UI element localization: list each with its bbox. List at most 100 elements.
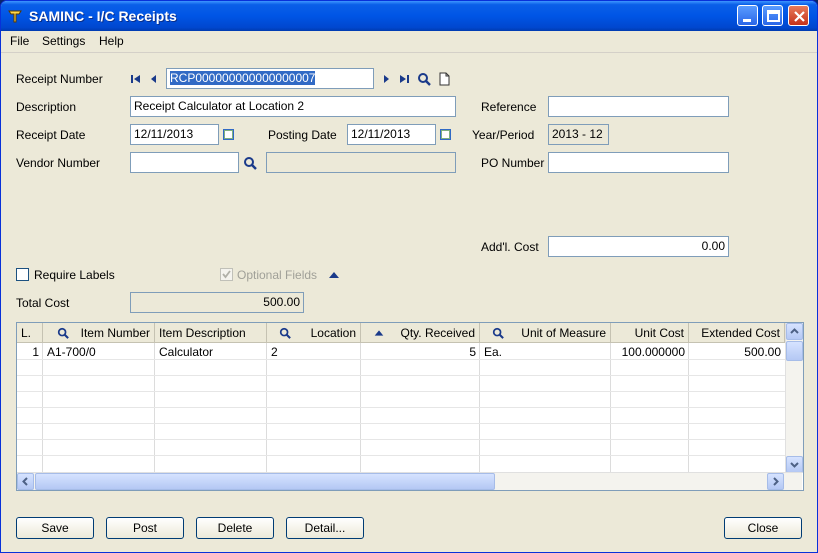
detail-button[interactable]: Detail... [286,517,364,539]
cell-uom: Ea. [484,345,503,359]
addl-cost-input[interactable]: 0.00 [548,236,729,257]
column-header-unit-cost[interactable]: Unit Cost [611,323,689,343]
scroll-thumb[interactable] [786,341,803,361]
column-divider [266,343,267,473]
cell-extended-cost: 500.00 [744,345,781,359]
chevron-down-icon [790,462,799,468]
window-title: SAMINC - I/C Receipts [29,8,177,24]
po-number-label: PO Number [481,156,545,170]
save-button[interactable]: Save [16,517,94,539]
search-icon[interactable] [243,156,257,170]
menu-file[interactable]: File [10,34,29,48]
calendar-icon[interactable] [223,129,234,140]
maximize-button[interactable] [762,5,783,26]
column-divider [154,343,155,473]
year-period-value: 2013 - 12 [548,124,609,145]
vendor-number-label: Vendor Number [16,156,101,170]
app-icon [8,10,22,23]
row-divider [17,391,785,392]
calendar-icon[interactable] [440,129,451,140]
menu-settings[interactable]: Settings [42,34,85,48]
po-number-input[interactable] [548,152,729,173]
maximize-icon [767,10,780,22]
previous-record-icon[interactable] [147,72,161,86]
table-row[interactable]: 1 A1-700/0 Calculator 2 5 Ea. 100.000000… [17,344,785,360]
total-cost-label: Total Cost [16,296,70,310]
checkmark-icon [222,270,231,279]
addl-cost-label: Add'l. Cost [481,240,539,254]
posting-date-label: Posting Date [268,128,337,142]
search-icon [279,327,291,339]
post-button[interactable]: Post [106,517,184,539]
last-record-icon[interactable] [397,72,411,86]
chevron-up-icon [790,328,799,334]
scroll-left-button[interactable] [17,473,34,490]
optional-fields-label: Optional Fields [237,268,318,282]
first-record-icon[interactable] [129,72,143,86]
column-header-item-number[interactable]: Item Number [43,323,155,343]
close-button[interactable]: Close [724,517,802,539]
vendor-name-display [266,152,456,173]
menu-help[interactable]: Help [99,34,124,48]
cell-qty-received: 5 [469,345,476,359]
column-divider [42,343,43,473]
total-cost-value: 500.00 [130,292,304,313]
detail-grid[interactable]: L. Item Number Item Description Location… [16,322,804,491]
column-header-line[interactable]: L. [17,323,43,343]
title-bar: SAMINC - I/C Receipts [1,1,817,31]
receipt-number-input[interactable]: RCP000000000000000007 [166,68,374,89]
column-header-uom[interactable]: Unit of Measure [480,323,611,343]
column-header-location[interactable]: Location [267,323,361,343]
row-divider [17,375,785,376]
description-label: Description [16,100,77,114]
next-record-icon[interactable] [379,72,393,86]
column-header-extended-cost[interactable]: Extended Cost [689,323,785,343]
column-header-label: Location [310,326,356,340]
cell-item-number: A1-700/0 [47,345,96,359]
chevron-right-icon [773,477,779,486]
horizontal-scrollbar[interactable] [17,472,802,490]
minimize-button[interactable] [737,5,758,26]
menu-bar: File Settings Help [1,31,817,53]
scroll-down-button[interactable] [786,456,803,473]
year-period-label: Year/Period [472,128,535,142]
row-divider [17,455,785,456]
cell-line: 1 [32,345,39,359]
column-divider [479,343,480,473]
column-divider [360,343,361,473]
chevron-left-icon [22,477,28,486]
reference-label: Reference [481,100,537,114]
triangle-up-icon [374,330,384,336]
close-window-button[interactable] [788,5,809,26]
triangle-up-icon[interactable] [327,268,341,282]
optional-fields-checkbox [220,268,233,281]
cell-unit-cost: 100.000000 [621,345,685,359]
receipts-window: SAMINC - I/C Receipts File Settings Help… [0,0,818,553]
receipt-date-input[interactable]: 12/11/2013 [130,124,219,145]
close-icon [794,11,805,22]
column-divider [688,343,689,473]
row-divider [17,439,785,440]
scroll-up-button[interactable] [786,323,803,340]
vertical-scrollbar[interactable] [785,323,803,473]
scroll-right-button[interactable] [767,473,784,490]
reference-input[interactable] [548,96,729,117]
column-header-label: Unit of Measure [521,326,606,340]
scroll-thumb[interactable] [35,473,495,490]
delete-button[interactable]: Delete [196,517,274,539]
new-document-icon[interactable] [437,72,451,86]
vendor-number-input[interactable] [130,152,239,173]
column-header-item-description[interactable]: Item Description [155,323,267,343]
search-icon [57,327,69,339]
posting-date-input[interactable]: 12/11/2013 [347,124,436,145]
receipt-number-value: RCP000000000000000007 [170,71,316,85]
column-header-label: Item Number [80,326,150,340]
row-divider [17,407,785,408]
column-header-qty-received[interactable]: Qty. Received [361,323,480,343]
minimize-icon [743,19,751,22]
require-labels-checkbox[interactable] [16,268,29,281]
search-icon [492,327,504,339]
receipt-number-label: Receipt Number [16,72,103,86]
search-icon[interactable] [417,72,431,86]
description-input[interactable]: Receipt Calculator at Location 2 [130,96,456,117]
